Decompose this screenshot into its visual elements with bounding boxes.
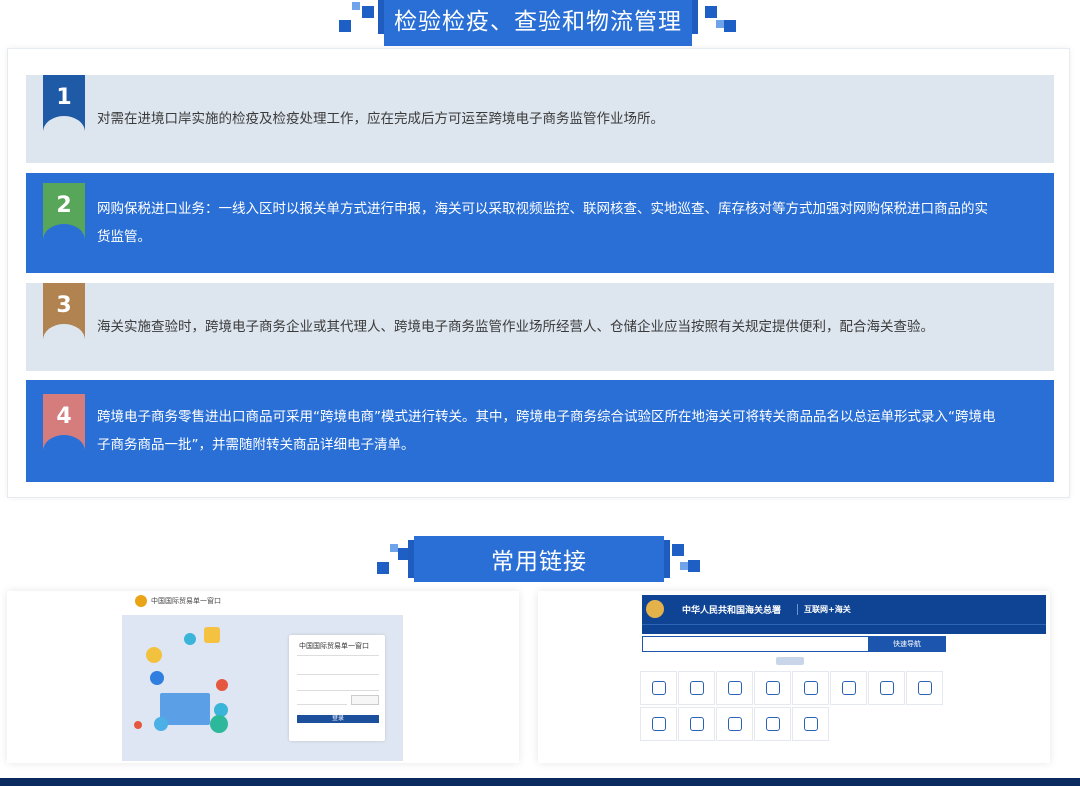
captcha-field[interactable] [297,697,347,705]
service-glyph-icon [803,717,818,731]
service-icon[interactable] [830,671,867,705]
banner-decor [705,6,717,18]
customs-search-button[interactable]: 快速导航 [868,636,946,652]
number-badge: 3 [43,283,85,340]
banner-decor [680,562,688,570]
link-card-customs[interactable]: 中华人民共和国海关总署 互联网+海关 快速导航 [538,591,1050,763]
service-glyph-icon [689,681,704,695]
service-icon[interactable] [640,707,677,741]
globe-icon [184,633,196,645]
single-window-header: 中国国际贸易单一窗口 [135,595,221,607]
decor-dot [134,721,142,729]
service-icon[interactable] [792,707,829,741]
service-glyph-icon [765,717,780,731]
service-glyph-icon [727,681,742,695]
banner-decor [724,20,736,32]
service-icon[interactable] [678,671,715,705]
dollar-icon [150,671,164,685]
monitor-icon [160,693,210,725]
customs-nav [642,624,1046,634]
phone-icon [154,717,168,731]
service-glyph-icon [803,681,818,695]
banner-decor [688,560,700,572]
customs-name: 中华人民共和国海关总署 [682,606,782,616]
login-panel: 中国国际贸易单一窗口 登录 [289,635,385,741]
clock-icon [210,715,228,733]
customs-header: 中华人民共和国海关总署 互联网+海关 [642,595,1046,624]
section2-title: 常用链接 [408,536,670,582]
service-glyph-icon [917,681,932,695]
service-glyph-icon [879,681,894,695]
banner-decor [716,20,724,28]
document-icon [204,627,220,643]
captcha-image[interactable] [351,695,379,705]
service-icon[interactable] [716,671,753,705]
service-glyph-icon [689,717,704,731]
coin-icon [146,647,162,663]
banner-decor [672,544,684,556]
search-button-label: 快速导航 [893,640,921,648]
login-title: 中国国际贸易单一窗口 [299,642,369,650]
banner-decor [390,544,398,552]
rule-text: 海关实施查验时，跨境电子商务企业或其代理人、跨境电子商务监管作业场所经营人、仓储… [97,319,934,335]
banner-decor [377,562,389,574]
number-badge: 2 [43,183,85,240]
service-grid [640,671,945,743]
national-emblem-icon [646,600,664,618]
rule-text: 跨境电子商务零售进出口商品可采用“跨境电商”模式进行转关。其中，跨境电子商务综合… [97,409,996,453]
login-button-label: 登录 [331,715,344,722]
rule-item-2: 2 网购保税进口业务：一线入区时以报关单方式进行申报，海关可以采取视频监控、联网… [26,173,1054,273]
rule-item-4: 4 跨境电子商务零售进出口商品可采用“跨境电商”模式进行转关。其中，跨境电子商务… [26,380,1054,482]
chrome-icon [216,679,228,691]
rule-item-1: 1 对需在进境口岸实施的检疫及检疫处理工作，应在完成后方可运至跨境电子商务监管作… [26,75,1054,163]
service-icon[interactable] [640,671,677,705]
page: 检验检疫、查验和物流管理 1 对需在进境口岸实施的检疫及检疫处理工作，应在完成后… [0,0,1080,786]
service-icon[interactable] [792,671,829,705]
single-window-logo-icon [135,595,147,607]
service-icon[interactable] [678,707,715,741]
password-field[interactable] [297,683,379,691]
login-button[interactable]: 登录 [297,715,379,723]
service-icon[interactable] [754,707,791,741]
service-glyph-icon [651,681,666,695]
link-card-single-window[interactable]: 中国国际贸易单一窗口 中国国际贸易单一窗口 登录 [7,591,519,763]
service-icon[interactable] [868,671,905,705]
footer-bar [0,778,1080,786]
rule-text: 对需在进境口岸实施的检疫及检疫处理工作，应在完成后方可运至跨境电子商务监管作业场… [97,111,664,127]
service-icon[interactable] [716,707,753,741]
username-field[interactable] [297,667,379,675]
rules-panel: 1 对需在进境口岸实施的检疫及检疫处理工作，应在完成后方可运至跨境电子商务监管作… [7,48,1070,498]
service-icon[interactable] [906,671,943,705]
service-icon[interactable] [754,671,791,705]
section1-title: 检验检疫、查验和物流管理 [378,0,698,46]
rule-text: 网购保税进口业务：一线入区时以报关单方式进行申报，海关可以采取视频监控、联网核查… [97,201,988,245]
service-glyph-icon [727,717,742,731]
service-glyph-icon [651,717,666,731]
banner-decor [362,6,374,18]
rule-item-3: 3 海关实施查验时，跨境电子商务企业或其代理人、跨境电子商务监管作业场所经营人、… [26,283,1054,371]
customs-tagline: 互联网+海关 [797,604,851,615]
service-glyph-icon [765,681,780,695]
number-badge: 4 [43,394,85,451]
number-badge: 1 [43,75,85,132]
service-glyph-icon [841,681,856,695]
tab-divider [297,655,379,656]
banner-decor [339,20,351,32]
service-heading [776,657,804,665]
single-window-name: 中国国际贸易单一窗口 [151,597,221,605]
banner-decor [352,2,360,10]
